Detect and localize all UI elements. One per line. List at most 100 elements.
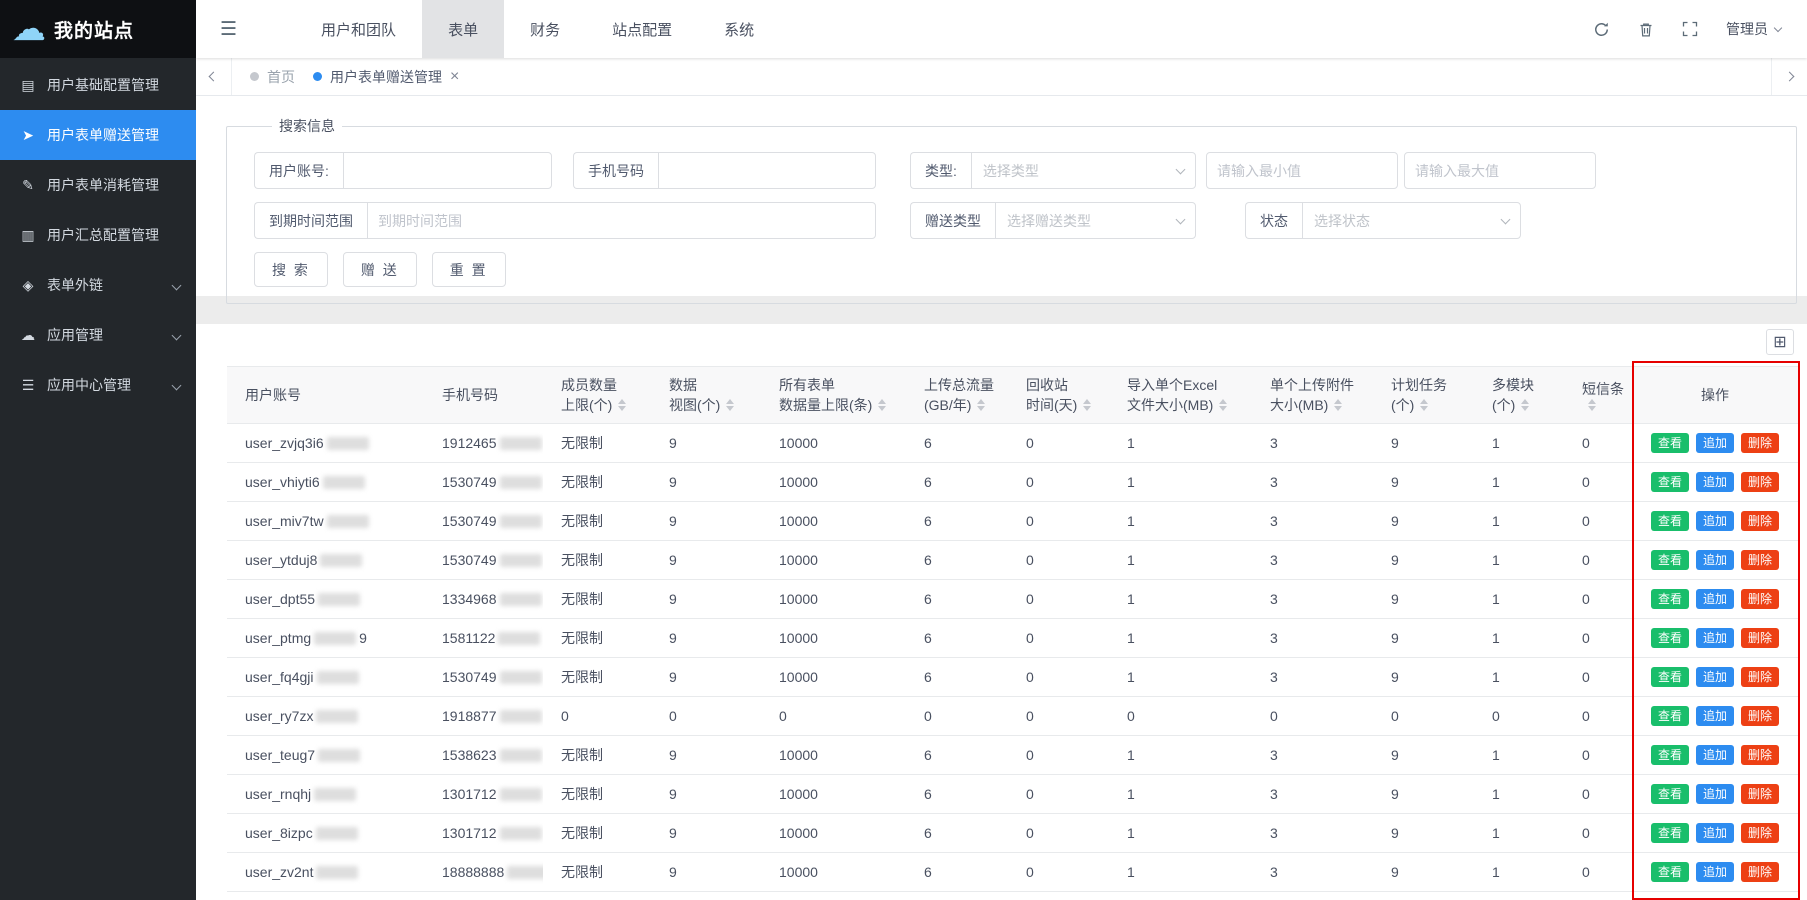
delete-button[interactable]: 删除 bbox=[1741, 628, 1779, 648]
expire-range-input[interactable] bbox=[367, 202, 876, 239]
sort-icon[interactable] bbox=[1420, 399, 1428, 411]
view-button[interactable]: 查看 bbox=[1651, 433, 1689, 453]
view-button[interactable]: 查看 bbox=[1651, 862, 1689, 882]
sidebar-item-7[interactable]: ☰应用中心管理 bbox=[0, 360, 196, 410]
column-header-11[interactable]: 多模块(个) bbox=[1474, 367, 1564, 423]
tab-scroll-left-button[interactable] bbox=[196, 58, 232, 95]
sort-icon[interactable] bbox=[1588, 399, 1596, 411]
sidebar-item-2[interactable]: ➤用户表单赠送管理 bbox=[0, 110, 196, 160]
column-header-7[interactable]: 回收站时间(天) bbox=[1008, 367, 1109, 423]
append-button[interactable]: 追加 bbox=[1696, 472, 1734, 492]
delete-button[interactable]: 删除 bbox=[1741, 667, 1779, 687]
max-value-input[interactable] bbox=[1404, 152, 1596, 189]
sort-icon[interactable] bbox=[1521, 399, 1529, 411]
nav-tab-4[interactable]: 站点配置 bbox=[586, 0, 698, 58]
site-logo[interactable]: ☁ 我的站点 bbox=[0, 0, 196, 58]
append-button[interactable]: 追加 bbox=[1696, 706, 1734, 726]
value-cell: 1 bbox=[1474, 853, 1564, 891]
min-value-input[interactable] bbox=[1206, 152, 1398, 189]
status-select[interactable]: 选择状态 bbox=[1302, 202, 1521, 239]
append-button[interactable]: 追加 bbox=[1696, 511, 1734, 531]
delete-button[interactable]: 删除 bbox=[1741, 472, 1779, 492]
delete-button[interactable]: 删除 bbox=[1741, 550, 1779, 570]
value-cell: 0 bbox=[1564, 736, 1632, 774]
column-header-9[interactable]: 单个上传附件大小(MB) bbox=[1252, 367, 1373, 423]
reset-button[interactable]: 重 置 bbox=[432, 252, 506, 287]
phone-input[interactable] bbox=[658, 152, 876, 189]
column-header-4[interactable]: 数据视图(个) bbox=[651, 367, 761, 423]
delete-button[interactable]: 删除 bbox=[1741, 862, 1779, 882]
page-tab-2[interactable]: 用户表单赠送管理× bbox=[313, 67, 459, 87]
account-input[interactable] bbox=[343, 152, 552, 189]
nav-tab-2[interactable]: 表单 bbox=[422, 0, 504, 58]
column-header-10[interactable]: 计划任务(个) bbox=[1373, 367, 1474, 423]
fullscreen-icon[interactable] bbox=[1682, 21, 1698, 37]
view-button[interactable]: 查看 bbox=[1651, 550, 1689, 570]
sort-icon[interactable] bbox=[1219, 399, 1227, 411]
view-button[interactable]: 查看 bbox=[1651, 823, 1689, 843]
redaction-blur bbox=[500, 788, 542, 801]
delete-button[interactable]: 删除 bbox=[1741, 706, 1779, 726]
sidebar-item-3[interactable]: ✎用户表单消耗管理 bbox=[0, 160, 196, 210]
nav-tab-3[interactable]: 财务 bbox=[504, 0, 586, 58]
append-button[interactable]: 追加 bbox=[1696, 433, 1734, 453]
append-button[interactable]: 追加 bbox=[1696, 628, 1734, 648]
delete-button[interactable]: 删除 bbox=[1741, 589, 1779, 609]
account-text: user_ptmg bbox=[245, 630, 311, 646]
nav-tab-1[interactable]: 用户和团队 bbox=[295, 0, 422, 58]
delete-button[interactable]: 删除 bbox=[1741, 433, 1779, 453]
sidebar-item-4[interactable]: ▥用户汇总配置管理 bbox=[0, 210, 196, 260]
sidebar-collapse-icon[interactable]: ☰ bbox=[220, 18, 237, 41]
type-label: 类型: bbox=[910, 152, 971, 189]
delete-button[interactable]: 删除 bbox=[1741, 823, 1779, 843]
append-button[interactable]: 追加 bbox=[1696, 745, 1734, 765]
delete-button[interactable]: 删除 bbox=[1741, 511, 1779, 531]
tab-scroll-right-button[interactable] bbox=[1771, 58, 1807, 95]
view-button[interactable]: 查看 bbox=[1651, 511, 1689, 531]
view-button[interactable]: 查看 bbox=[1651, 706, 1689, 726]
page-tab-1[interactable]: 首页 bbox=[250, 67, 295, 87]
search-button[interactable]: 搜 索 bbox=[254, 252, 328, 287]
refresh-icon[interactable] bbox=[1593, 21, 1610, 38]
sort-icon[interactable] bbox=[726, 399, 734, 411]
table-row-7: user_fq4gji1530749无限制9100006013910查看追加删除 bbox=[227, 658, 1798, 697]
account-cell: user_8izpc bbox=[227, 814, 424, 852]
append-button[interactable]: 追加 bbox=[1696, 784, 1734, 804]
column-header-6[interactable]: 上传总流量(GB/年) bbox=[906, 367, 1008, 423]
sidebar-item-5[interactable]: ◈表单外链 bbox=[0, 260, 196, 310]
append-button[interactable]: 追加 bbox=[1696, 589, 1734, 609]
column-header-5[interactable]: 所有表单数据量上限(条) bbox=[761, 367, 906, 423]
sort-icon[interactable] bbox=[1334, 399, 1342, 411]
admin-dropdown[interactable]: 管理员 bbox=[1726, 19, 1781, 39]
view-button[interactable]: 查看 bbox=[1651, 745, 1689, 765]
sort-icon[interactable] bbox=[977, 399, 985, 411]
delete-button[interactable]: 删除 bbox=[1741, 745, 1779, 765]
value-cell: 6 bbox=[906, 424, 1008, 462]
append-button[interactable]: 追加 bbox=[1696, 823, 1734, 843]
sidebar-item-1[interactable]: ▤用户基础配置管理 bbox=[0, 60, 196, 110]
nav-tab-5[interactable]: 系统 bbox=[698, 0, 780, 58]
column-settings-icon[interactable]: ⊞ bbox=[1766, 329, 1794, 355]
sort-icon[interactable] bbox=[618, 399, 626, 411]
close-icon[interactable]: × bbox=[450, 69, 459, 85]
view-button[interactable]: 查看 bbox=[1651, 667, 1689, 687]
gift-button[interactable]: 赠 送 bbox=[343, 252, 417, 287]
cell-value: 0 bbox=[1582, 435, 1590, 451]
append-button[interactable]: 追加 bbox=[1696, 667, 1734, 687]
view-button[interactable]: 查看 bbox=[1651, 472, 1689, 492]
column-header-3[interactable]: 成员数量上限(个) bbox=[543, 367, 651, 423]
type-select[interactable]: 选择类型 bbox=[971, 152, 1196, 189]
append-button[interactable]: 追加 bbox=[1696, 550, 1734, 570]
sidebar-item-6[interactable]: ☁应用管理 bbox=[0, 310, 196, 360]
column-header-8[interactable]: 导入单个Excel文件大小(MB) bbox=[1109, 367, 1252, 423]
view-button[interactable]: 查看 bbox=[1651, 589, 1689, 609]
append-button[interactable]: 追加 bbox=[1696, 862, 1734, 882]
delete-button[interactable]: 删除 bbox=[1741, 784, 1779, 804]
column-header-12[interactable]: 短信条 bbox=[1564, 367, 1632, 423]
view-button[interactable]: 查看 bbox=[1651, 784, 1689, 804]
sort-icon[interactable] bbox=[1083, 399, 1091, 411]
view-button[interactable]: 查看 bbox=[1651, 628, 1689, 648]
trash-icon[interactable] bbox=[1638, 21, 1654, 38]
gift-type-select[interactable]: 选择赠送类型 bbox=[995, 202, 1196, 239]
sort-icon[interactable] bbox=[878, 399, 886, 411]
